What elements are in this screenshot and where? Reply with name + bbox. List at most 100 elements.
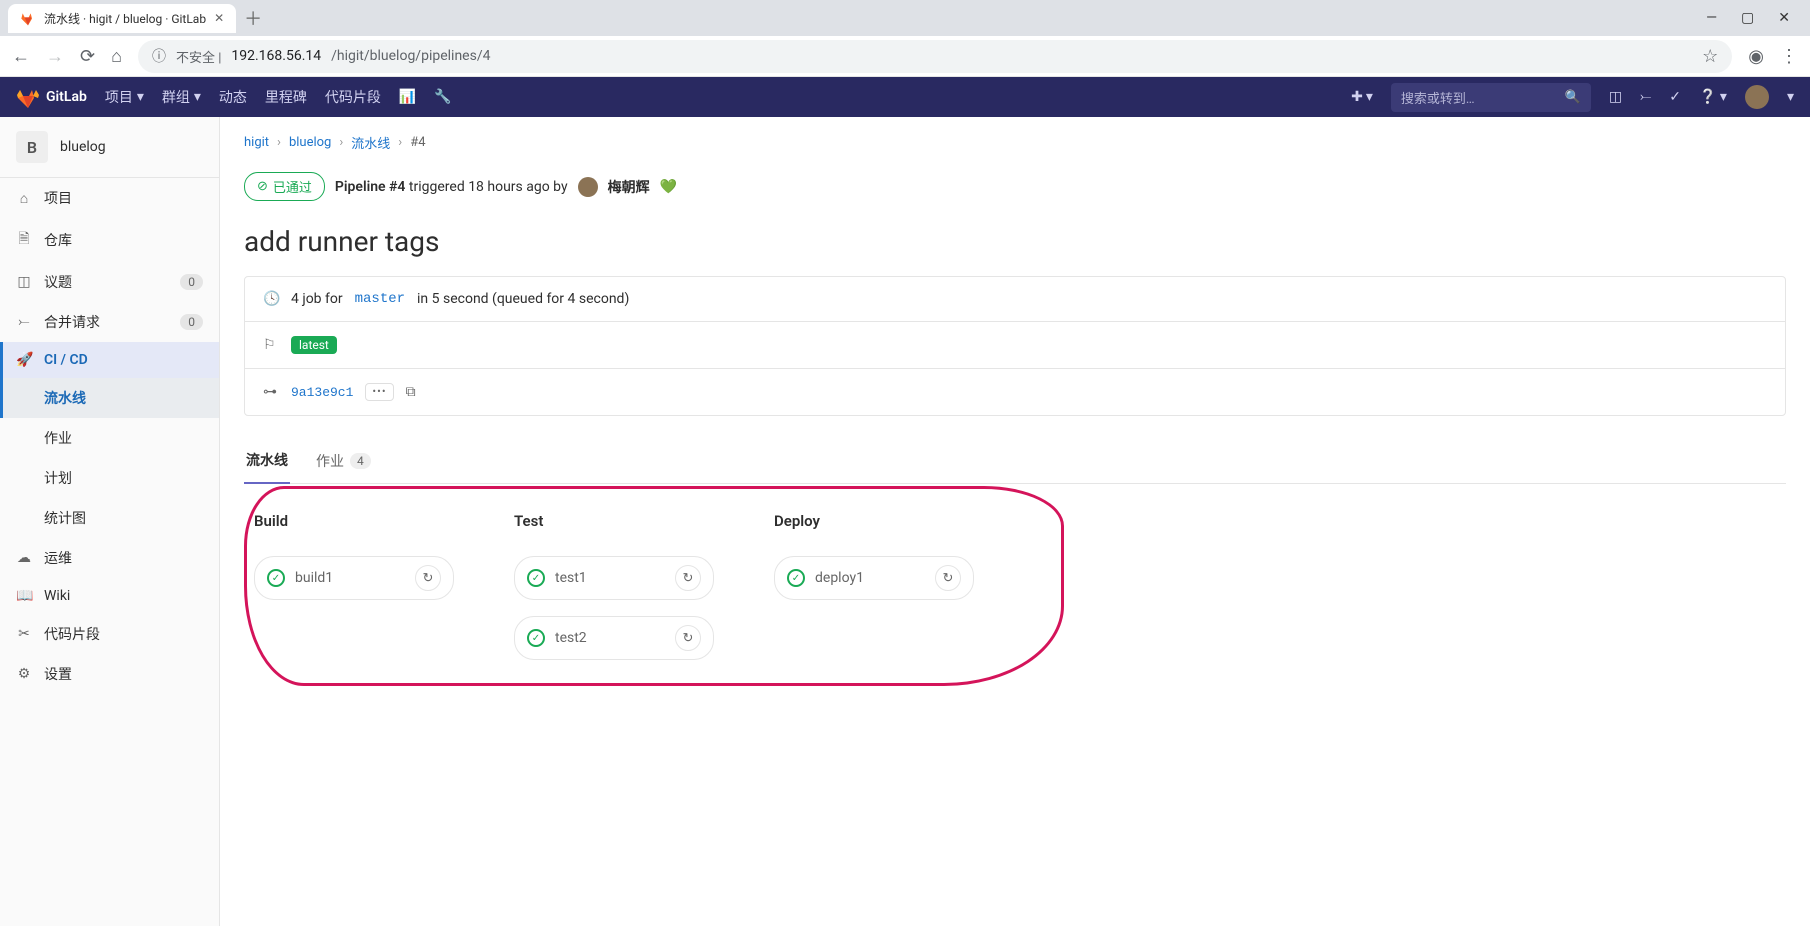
pipeline-graph-container: Build✓build1↻Test✓test1↻✓test2↻Deploy✓de… (244, 492, 1786, 700)
browser-toolbar: ← → ⟳ ⌂ ⓘ 不安全 | 192.168.56.14/higit/blue… (0, 36, 1810, 76)
project-header[interactable]: B bluelog (0, 117, 219, 178)
back-button[interactable]: ← (12, 46, 30, 67)
breadcrumb-section[interactable]: 流水线 (351, 133, 390, 152)
job-status-passed-icon: ✓ (527, 569, 545, 587)
clock-icon: 🕓 (263, 291, 279, 307)
job-status-passed-icon: ✓ (787, 569, 805, 587)
sidebar-item-repository[interactable]: 🗎仓库 (0, 218, 219, 262)
merge-requests-icon[interactable]: ⤚ (1640, 89, 1651, 105)
retry-job-button[interactable]: ↻ (675, 565, 701, 591)
chevron-down-icon[interactable]: ▾ (1787, 89, 1794, 105)
sidebar-item-merge-requests[interactable]: ⤚合并请求0 (0, 302, 219, 342)
close-window-button[interactable]: ✕ (1778, 10, 1790, 26)
retry-job-button[interactable]: ↻ (675, 625, 701, 651)
commit-icon: ⊶ (263, 384, 279, 400)
sidebar-item-cicd[interactable]: 🚀CI / CD (0, 342, 219, 378)
home-icon: ⌂ (16, 190, 32, 207)
minimize-button[interactable]: ― (1706, 10, 1717, 26)
nav-admin-icon[interactable]: 🔧 (434, 89, 451, 105)
nav-projects[interactable]: 项目 ▾ (105, 87, 144, 107)
breadcrumb-separator: › (277, 135, 281, 150)
job-name: test1 (555, 570, 665, 586)
stage-column: Build ✓build1↻ (254, 512, 454, 660)
author-name[interactable]: 梅朝辉 (608, 177, 650, 197)
tab-pipeline[interactable]: 流水线 (244, 440, 290, 484)
sidebar-item-operations[interactable]: ☁运维 (0, 538, 219, 578)
project-avatar: B (16, 131, 48, 163)
cloud-icon: ☁ (16, 550, 32, 566)
user-avatar[interactable] (1745, 85, 1769, 109)
nav-groups[interactable]: 群组 ▾ (162, 87, 201, 107)
nav-milestones[interactable]: 里程碑 (265, 87, 307, 107)
nav-snippets[interactable]: 代码片段 (325, 87, 381, 107)
tag-row: ⚐ latest (245, 322, 1785, 369)
gitlab-brand: GitLab (46, 89, 87, 105)
create-new-button[interactable]: ✚ ▾ (1351, 89, 1373, 105)
stage-column: Deploy✓deploy1↻ (774, 512, 974, 660)
pipeline-meta: Pipeline #4 triggered 18 hours ago by (335, 179, 568, 195)
nav-activity[interactable]: 动态 (219, 87, 247, 107)
sidebar-item-project[interactable]: ⌂项目 (0, 178, 219, 218)
profile-icon[interactable]: ◉ (1748, 46, 1764, 67)
job-pill[interactable]: ✓test2↻ (514, 616, 714, 660)
menu-icon[interactable]: ⋮ (1780, 46, 1798, 67)
gitlab-logo[interactable]: GitLab (16, 85, 87, 109)
sidebar-item-pipelines[interactable]: 流水线 (0, 378, 219, 418)
forward-button[interactable]: → (46, 46, 64, 67)
browser-tab[interactable]: 流水线 · higit / bluelog · GitLab ✕ (8, 4, 236, 33)
chevron-down-icon: ▾ (194, 89, 201, 105)
help-icon[interactable]: ❔ ▾ (1699, 89, 1727, 105)
issues-icon: ◫ (16, 274, 32, 290)
close-tab-icon[interactable]: ✕ (214, 11, 224, 25)
retry-job-button[interactable]: ↻ (935, 565, 961, 591)
job-pill[interactable]: ✓build1↻ (254, 556, 454, 600)
main-content: higit › bluelog › 流水线 › #4 ⊘ 已通过 Pipelin… (220, 117, 1810, 926)
gear-icon: ⚙ (16, 666, 32, 682)
job-pill[interactable]: ✓ deploy1 ↻ (774, 556, 974, 600)
breadcrumb-separator: › (339, 135, 343, 150)
issues-icon[interactable]: ◫ (1609, 89, 1622, 105)
sidebar-item-issues[interactable]: ◫议题0 (0, 262, 219, 302)
mrs-count: 0 (180, 314, 203, 330)
issues-count: 0 (180, 274, 203, 290)
sidebar-item-settings[interactable]: ⚙设置 (0, 654, 219, 694)
book-icon: 📖 (16, 588, 32, 604)
todos-icon[interactable]: ✓ (1669, 89, 1681, 105)
sidebar-item-schedules[interactable]: 计划 (0, 458, 219, 498)
sidebar-item-jobs[interactable]: 作业 (0, 418, 219, 458)
stage-title: Test (514, 512, 714, 530)
rocket-icon: 🚀 (16, 352, 32, 368)
latest-tag: latest (291, 336, 337, 354)
job-name: deploy1 (815, 570, 925, 586)
copy-sha-button[interactable]: ⧉ (406, 384, 416, 400)
expand-commit-button[interactable]: ••• (365, 383, 393, 401)
breadcrumb-separator: › (398, 135, 402, 150)
sidebar-item-charts[interactable]: 统计图 (0, 498, 219, 538)
tab-jobs[interactable]: 作业 4 (314, 440, 373, 483)
new-tab-button[interactable]: ＋ (244, 5, 262, 31)
sidebar-item-snippets[interactable]: ✂代码片段 (0, 614, 219, 654)
retry-job-button[interactable]: ↻ (415, 565, 441, 591)
stage-title: Build (254, 512, 454, 530)
global-search[interactable]: 搜索或转到… 🔍 (1391, 83, 1591, 112)
browser-chrome: 流水线 · higit / bluelog · GitLab ✕ ＋ ― ▢ ✕… (0, 0, 1810, 77)
author-avatar[interactable] (578, 177, 598, 197)
breadcrumb-group[interactable]: higit (244, 135, 269, 150)
pipeline-label: Pipeline #4 (335, 179, 406, 195)
job-pill[interactable]: ✓ test1 ↻ (514, 556, 714, 600)
check-circle-icon: ⊘ (257, 179, 268, 194)
breadcrumb-project[interactable]: bluelog (289, 135, 331, 150)
sidebar-item-wiki[interactable]: 📖Wiki (0, 578, 219, 614)
nav-analytics-icon[interactable]: 📊 (399, 89, 416, 105)
address-bar[interactable]: ⓘ 不安全 | 192.168.56.14/higit/bluelog/pipe… (138, 40, 1732, 73)
search-placeholder: 搜索或转到… (1401, 88, 1475, 107)
browser-tab-bar: 流水线 · higit / bluelog · GitLab ✕ ＋ ― ▢ ✕ (0, 0, 1810, 36)
bookmark-icon[interactable]: ☆ (1702, 46, 1718, 67)
breadcrumb: higit › bluelog › 流水线 › #4 (244, 133, 1786, 152)
home-button[interactable]: ⌂ (111, 46, 122, 67)
branch-link[interactable]: master (355, 291, 405, 307)
commit-sha-link[interactable]: 9a13e9c1 (291, 385, 353, 400)
maximize-button[interactable]: ▢ (1741, 10, 1754, 26)
reload-button[interactable]: ⟳ (80, 46, 95, 67)
chevron-down-icon: ▾ (137, 89, 144, 105)
